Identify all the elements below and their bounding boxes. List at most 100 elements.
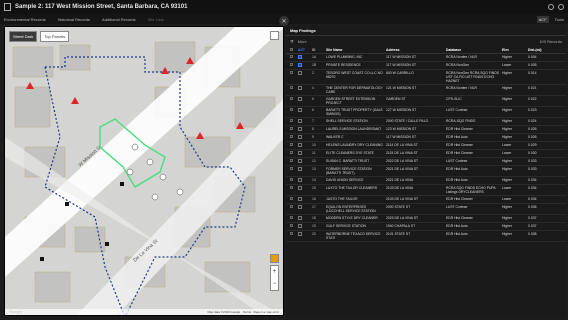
row-select-checkbox[interactable]	[290, 135, 293, 138]
row-action-checkbox[interactable]	[298, 71, 302, 75]
table-row[interactable]: 6 BARATTI TRUST PROPERTY (GALE SMINGS) 127…	[286, 107, 566, 118]
row-action-checkbox[interactable]	[298, 135, 302, 139]
table-row[interactable]: 15 LUXTO THE TAILOR CLEANERS 2103 DE LA VI…	[286, 185, 566, 196]
row-select-checkbox[interactable]	[290, 63, 293, 66]
row-checkbox[interactable]	[290, 119, 298, 123]
zoom-control[interactable]: + −	[270, 265, 279, 291]
row-action-checkbox[interactable]	[298, 108, 302, 112]
table-row[interactable]: 8 LAURELS MISSION LAUNDROMAT 123 W MISSION…	[286, 126, 566, 134]
row-action-checkbox[interactable]	[298, 119, 302, 123]
table-row[interactable]: 14 DAVIS UNION SERVICE 2021 DE LA VINA EDR …	[286, 177, 566, 185]
row-action-checkbox[interactable]	[298, 167, 302, 171]
row-checkbox[interactable]	[290, 86, 298, 90]
table-row[interactable]: 4 THE CENTER FOR DERMATOLOGY CARE 121 W MI…	[286, 85, 566, 96]
row-select-checkbox[interactable]	[290, 71, 293, 74]
row-action[interactable]	[298, 216, 312, 221]
row-action[interactable]	[298, 197, 312, 202]
row-action[interactable]	[298, 151, 312, 156]
menu-additional-records[interactable]: Additional Records	[102, 17, 136, 22]
row-action[interactable]	[298, 63, 312, 68]
row-select-checkbox[interactable]	[290, 159, 293, 162]
row-action[interactable]	[298, 135, 312, 140]
row-select-checkbox[interactable]	[290, 167, 293, 170]
row-action[interactable]	[298, 232, 312, 237]
row-checkbox[interactable]	[290, 186, 298, 190]
menu-historical-records[interactable]: Historical Records	[58, 17, 90, 22]
row-action[interactable]	[298, 71, 312, 76]
row-action[interactable]	[298, 108, 312, 113]
table-row[interactable]: 2 TESORO WEST COAST CO LLC NO 68270 600 W …	[286, 70, 566, 85]
row-action[interactable]	[298, 178, 312, 183]
row-checkbox[interactable]	[290, 151, 298, 155]
row-select-checkbox[interactable]	[290, 151, 293, 154]
help-icon[interactable]	[548, 4, 554, 10]
row-action[interactable]	[298, 127, 312, 132]
row-select-checkbox[interactable]	[290, 197, 293, 200]
row-checkbox[interactable]	[290, 63, 298, 67]
row-action-checkbox[interactable]	[298, 63, 302, 67]
menu-environmental-records[interactable]: Environmental Records	[4, 17, 46, 22]
row-action[interactable]	[298, 97, 312, 102]
table-row[interactable]: 1A LOWE PLUMBING, INC 117 W MISSION ST RCRA…	[286, 54, 566, 62]
row-select-checkbox[interactable]	[290, 216, 293, 219]
row-action-checkbox[interactable]	[298, 197, 302, 201]
table-row[interactable]: 17 EQUILON ENTERPRISES (LUCCHELL SERVICE …	[286, 204, 566, 215]
table-row[interactable]: 10 HELENS LAUNDRY DRY CLEANING 2114 DE LA …	[286, 142, 566, 150]
header-dist[interactable]: Dist.(mi)	[528, 48, 552, 52]
acf-badge[interactable]: ACF	[536, 15, 549, 23]
row-action-checkbox[interactable]	[298, 232, 302, 236]
row-select-checkbox[interactable]	[290, 108, 293, 111]
row-action[interactable]	[298, 86, 312, 91]
table-row[interactable]: 16 JUSTO THE TAILOR 2103 DE LA VINA ST EDR …	[286, 196, 566, 204]
header-act[interactable]: ACT	[298, 48, 312, 52]
table-row[interactable]: 1B PRIVATE RESIDENCE 117 W MISSION ST RCRA …	[286, 62, 566, 70]
table-row[interactable]: 12 SUSAN C. BARATTI TRUST 2022 DE LA VINA …	[286, 158, 566, 166]
row-action-checkbox[interactable]	[298, 55, 302, 59]
row-select-checkbox[interactable]	[290, 119, 293, 122]
row-select-checkbox[interactable]	[290, 86, 293, 89]
row-select-checkbox[interactable]	[290, 143, 293, 146]
zoom-in-icon[interactable]: +	[273, 269, 277, 275]
select-all-checkbox[interactable]	[290, 47, 293, 51]
zoom-out-icon[interactable]: −	[273, 281, 277, 287]
header-elev[interactable]: Elev	[502, 48, 528, 52]
row-checkbox[interactable]	[290, 97, 298, 101]
row-select-checkbox[interactable]	[290, 55, 293, 58]
row-action[interactable]	[298, 167, 312, 172]
row-checkbox[interactable]	[290, 178, 298, 182]
filter-icon[interactable]: ⧩	[290, 39, 294, 44]
row-action-checkbox[interactable]	[298, 216, 302, 220]
row-action[interactable]	[298, 143, 312, 148]
table-row[interactable]: 5 GARDEN STREET EXTENSION PROJECT GARDEN S…	[286, 96, 566, 107]
row-checkbox[interactable]	[290, 71, 298, 75]
row-action-checkbox[interactable]	[298, 127, 302, 131]
table-row[interactable]: 20 WATERBORNE TEXACO SERVICE STATI 2101 ST…	[286, 231, 566, 242]
row-select-checkbox[interactable]	[290, 232, 293, 235]
row-checkbox[interactable]	[290, 127, 298, 131]
row-select-checkbox[interactable]	[290, 178, 293, 181]
fullscreen-icon[interactable]	[270, 31, 279, 40]
row-select-checkbox[interactable]	[290, 127, 293, 130]
header-database[interactable]: Database	[446, 48, 502, 52]
row-action-checkbox[interactable]	[298, 86, 302, 90]
row-checkbox[interactable]	[290, 205, 298, 209]
header-site-name[interactable]: Site Name	[326, 48, 386, 52]
more-button[interactable]: More	[298, 39, 307, 44]
row-action-checkbox[interactable]	[298, 151, 302, 155]
table-row[interactable]: 13 FORMER SERVICE STATION (BARATTI TRUST)…	[286, 166, 566, 177]
account-icon[interactable]	[558, 4, 564, 10]
row-action[interactable]	[298, 186, 312, 191]
row-action-checkbox[interactable]	[298, 159, 302, 163]
header-id[interactable]: ID	[312, 48, 326, 52]
row-action[interactable]	[298, 119, 312, 124]
tools-menu[interactable]: Tools	[555, 17, 564, 22]
street-view-pegman-icon[interactable]	[270, 254, 279, 263]
row-checkbox[interactable]	[290, 197, 298, 201]
row-action[interactable]	[298, 159, 312, 164]
table-row[interactable]: 18 MODERN STYLE DRY CLEANER 2023 DE LA VIN…	[286, 215, 566, 223]
row-action[interactable]	[298, 55, 312, 60]
row-action[interactable]	[298, 205, 312, 210]
table-row[interactable]: 7 SHELL SERVICE STATION 2000 STATE / CALLE…	[286, 118, 566, 126]
row-action-checkbox[interactable]	[298, 97, 302, 101]
menu-site-lists[interactable]: Site Lists	[148, 17, 164, 22]
